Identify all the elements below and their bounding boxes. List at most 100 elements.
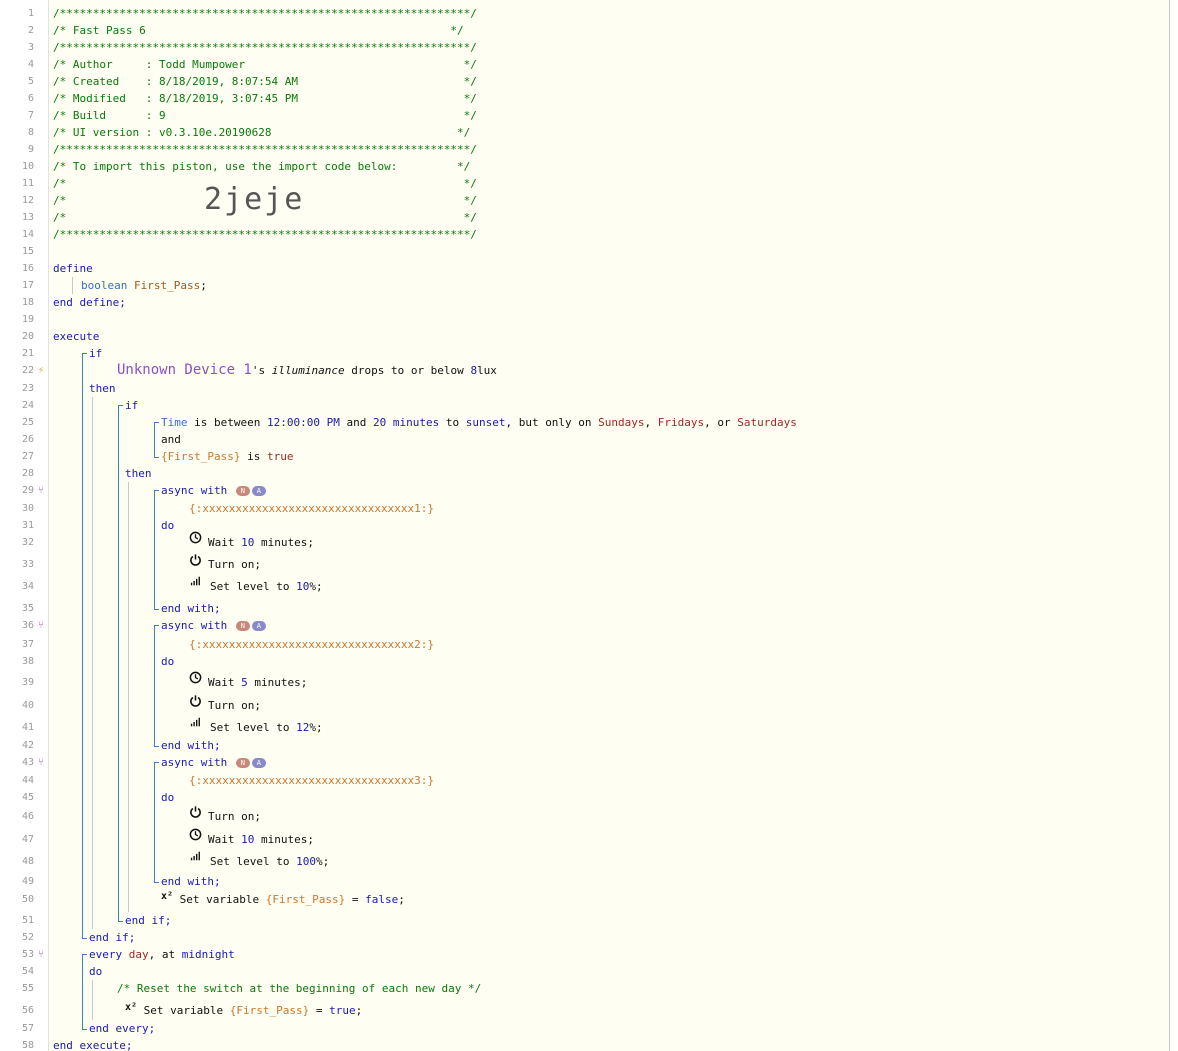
line-number: 22 [21,365,34,376]
comment-author: /* Author : Todd Mumpower */ [53,58,477,71]
every-do-keyword: do [89,965,103,978]
line-number: 46 [21,811,34,822]
network-badge: N [235,621,250,631]
do-keyword: do [161,791,175,804]
async-with-block: async with NA [161,617,266,634]
line-number: 49 [21,876,34,887]
line-number: 21 [21,348,34,359]
end-with-keyword: end with; [161,602,221,615]
line-number-gutter: 1 2 3 4 5 6 7 8 9 10 11 12 13 14 15 16 17 18 19 20 21 22 23 24 2… [0,0,49,1051]
line-number: 15 [21,246,34,257]
line-number: 25 [21,417,34,428]
line-number: 23 [21,383,34,394]
device-token: {:xxxxxxxxxxxxxxxxxxxxxxxxxxxxxxxx3:} [189,774,435,787]
async-badge: A [251,758,266,768]
line-number: 5 [27,76,34,87]
every-timer: every day, at midnight [89,948,235,961]
line-number: 1 [27,8,34,19]
line-number: 30 [21,503,34,514]
then-keyword: then [89,382,116,395]
async-block-bracket [154,762,159,883]
line-number: 18 [21,297,34,308]
clock-icon [189,828,203,842]
signal-bars-icon [189,575,203,589]
line-number: 11 [21,178,34,189]
action-statement: Wait 10 minutes; [208,833,314,846]
line-number: 40 [21,700,34,711]
async-branch-icon: ⑂ [38,620,44,631]
define-keyword: define [53,262,93,275]
line-number: 24 [21,400,34,411]
line-number: 37 [21,639,34,650]
condition-group-bracket [154,422,159,458]
variable-condition: {First_Pass} is true [161,450,294,463]
device-token: {:xxxxxxxxxxxxxxxxxxxxxxxxxxxxxxxx2:} [189,638,435,651]
line-number: 53 [21,949,34,960]
line-number: 17 [21,280,34,291]
network-badge: N [235,486,250,496]
do-keyword: do [161,655,175,668]
piston-code-editor: 1 2 3 4 5 6 7 8 9 10 11 12 13 14 15 16 17 18 19 20 21 22 23 24 2… [0,0,1170,1051]
line-number: 35 [21,603,34,614]
line-number: 2 [27,25,34,36]
trigger-condition: Unknown Device 1's illuminance drops to … [117,362,497,378]
line-number: 43 [21,757,34,768]
comment-piston-name: /* Fast Pass 6 */ [53,24,464,37]
line-number: 54 [21,966,34,977]
action-statement: Turn on; [208,699,261,712]
action-statement: Set level to 100%; [210,855,330,868]
and-operator: and [161,433,181,446]
action-statement: Turn on; [208,810,261,823]
line-number: 29 [21,485,34,496]
async-block-bracket [154,625,159,747]
line-number: 36 [21,620,34,631]
end-if-outer: end if; [89,931,136,944]
end-if-inner: end if; [125,914,172,927]
line-number: 7 [27,110,34,121]
end-with-keyword: end with; [161,739,221,752]
line-number: 33 [21,559,34,570]
comment-build: /* Build : 9 */ [53,109,477,122]
variable-declaration: boolean First_Pass; [81,279,207,292]
comment-import-hint: /* To import this piston, use the import… [53,160,471,173]
every-block-bracket [82,954,87,1030]
inner-if-keyword: if [125,399,139,412]
line-number: 57 [21,1023,34,1034]
comment-border: /***************************************… [53,41,477,54]
line-number: 6 [27,93,34,104]
action-statement: Wait 10 minutes; [208,536,314,549]
line-number: 27 [21,451,34,462]
end-execute-keyword: end execute; [53,1039,133,1051]
comment-created: /* Created : 8/18/2019, 8:07:54 AM */ [53,75,477,88]
async-with-block: async with NA [161,482,266,499]
async-badge: A [251,621,266,631]
line-number: 41 [21,722,34,733]
line-number: 14 [21,229,34,240]
reset-comment: /* Reset the switch at the beginning of … [117,982,482,995]
import-code[interactable]: 2jeje [204,182,304,217]
comment-border: /***************************************… [53,7,477,20]
line-number: 31 [21,520,34,531]
indent-guide [128,482,129,912]
async-badge: A [251,486,266,496]
async-with-block: async with NA [161,754,266,771]
line-number: 44 [21,775,34,786]
line-number: 52 [21,932,34,943]
line-number: 8 [27,127,34,138]
do-keyword: do [161,519,175,532]
line-number: 45 [21,792,34,803]
device-token: {:xxxxxxxxxxxxxxxxxxxxxxxxxxxxxxxx1:} [189,502,435,515]
set-variable-statement: Set variable {First_Pass} = false; [173,893,405,906]
line-number: 34 [21,581,34,592]
end-every-keyword: end every; [89,1022,156,1035]
line-number: 12 [21,195,34,206]
power-icon [189,553,203,567]
set-variable-icon: x² [125,1002,138,1013]
line-number: 55 [21,983,34,994]
indent-guide [72,277,73,294]
line-number: 26 [21,434,34,445]
action-statement: Set level to 12%; [210,721,323,734]
clock-icon [189,531,203,545]
device-name: Unknown Device 1 [117,362,252,378]
line-number: 50 [21,894,34,905]
